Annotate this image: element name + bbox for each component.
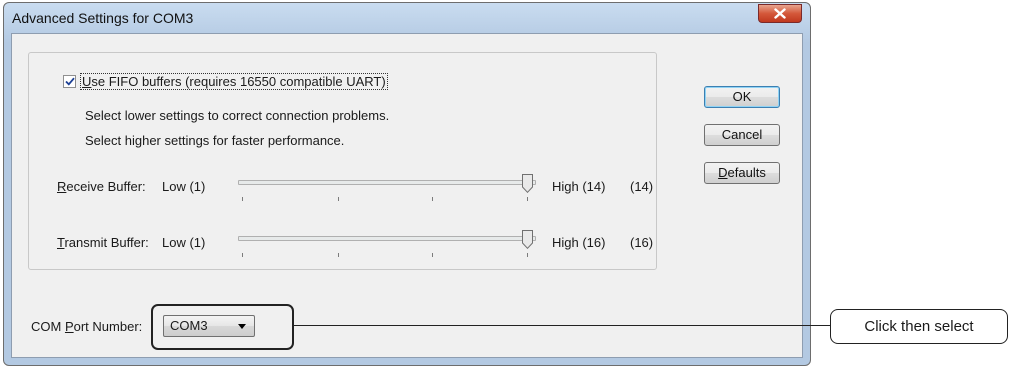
defaults-mnemonic: D — [718, 165, 728, 180]
com-port-mnemonic: P — [64, 319, 74, 334]
slider-tick — [432, 253, 433, 257]
fifo-label-text: se FIFO buffers (requires 16550 compatib… — [91, 73, 386, 89]
defaults-label: efaults — [727, 165, 766, 180]
com-port-label-pre: COM — [31, 319, 65, 334]
transmit-buffer-label: Transmit Buffer: — [57, 235, 149, 250]
annotation-callout: Click then select — [830, 309, 1008, 344]
ok-button[interactable]: OK — [704, 86, 780, 108]
com-port-label: COM Port Number: — [31, 319, 142, 334]
transmit-slider-track — [238, 236, 536, 241]
receive-slider-track — [238, 180, 536, 185]
receive-low-label: Low (1) — [162, 179, 206, 194]
slider-tick — [242, 197, 243, 201]
annotation-connector-line — [294, 325, 830, 326]
receive-label-text: eceive Buffer: — [66, 179, 146, 194]
window-title: Advanced Settings for COM3 — [12, 10, 194, 26]
receive-buffer-slider[interactable] — [238, 174, 538, 206]
close-icon — [774, 8, 786, 19]
slider-tick — [338, 253, 339, 257]
slider-tick — [242, 253, 243, 257]
cancel-button[interactable]: Cancel — [704, 124, 780, 146]
receive-high-label: High (14) — [552, 179, 606, 194]
slider-tick — [527, 197, 528, 201]
fifo-checkbox-label: Use FIFO buffers (requires 16550 compati… — [80, 72, 388, 90]
transmit-buffer-slider[interactable] — [238, 230, 538, 262]
transmit-slider-thumb[interactable] — [522, 230, 533, 249]
fifo-checkbox[interactable] — [63, 74, 76, 88]
slider-tick — [432, 197, 433, 201]
info-text-higher: Select higher settings for faster perfor… — [85, 133, 345, 148]
info-text-lower: Select lower settings to correct connect… — [85, 108, 390, 123]
annotation-highlight-box — [151, 304, 294, 350]
receive-buffer-label: Receive Buffer: — [57, 179, 146, 194]
receive-label-mnemonic: R — [57, 179, 67, 194]
close-button[interactable] — [758, 4, 802, 23]
slider-tick — [338, 197, 339, 201]
slider-tick — [527, 253, 528, 257]
transmit-value-readout: (16) — [630, 235, 654, 250]
transmit-high-label: High (16) — [552, 235, 606, 250]
defaults-button[interactable]: Defaults — [704, 162, 780, 184]
transmit-low-label: Low (1) — [162, 235, 206, 250]
com-port-label-text: ort Number: — [73, 319, 143, 334]
receive-value-readout: (14) — [630, 179, 654, 194]
receive-slider-thumb[interactable] — [522, 174, 533, 193]
fifo-checkbox-row[interactable]: Use FIFO buffers (requires 16550 compati… — [63, 72, 390, 90]
transmit-label-text: ransmit Buffer: — [64, 235, 149, 250]
title-bar: Advanced Settings for COM3 — [4, 3, 810, 33]
checkmark-icon — [64, 77, 75, 86]
fifo-label-mnemonic: U — [82, 73, 92, 89]
